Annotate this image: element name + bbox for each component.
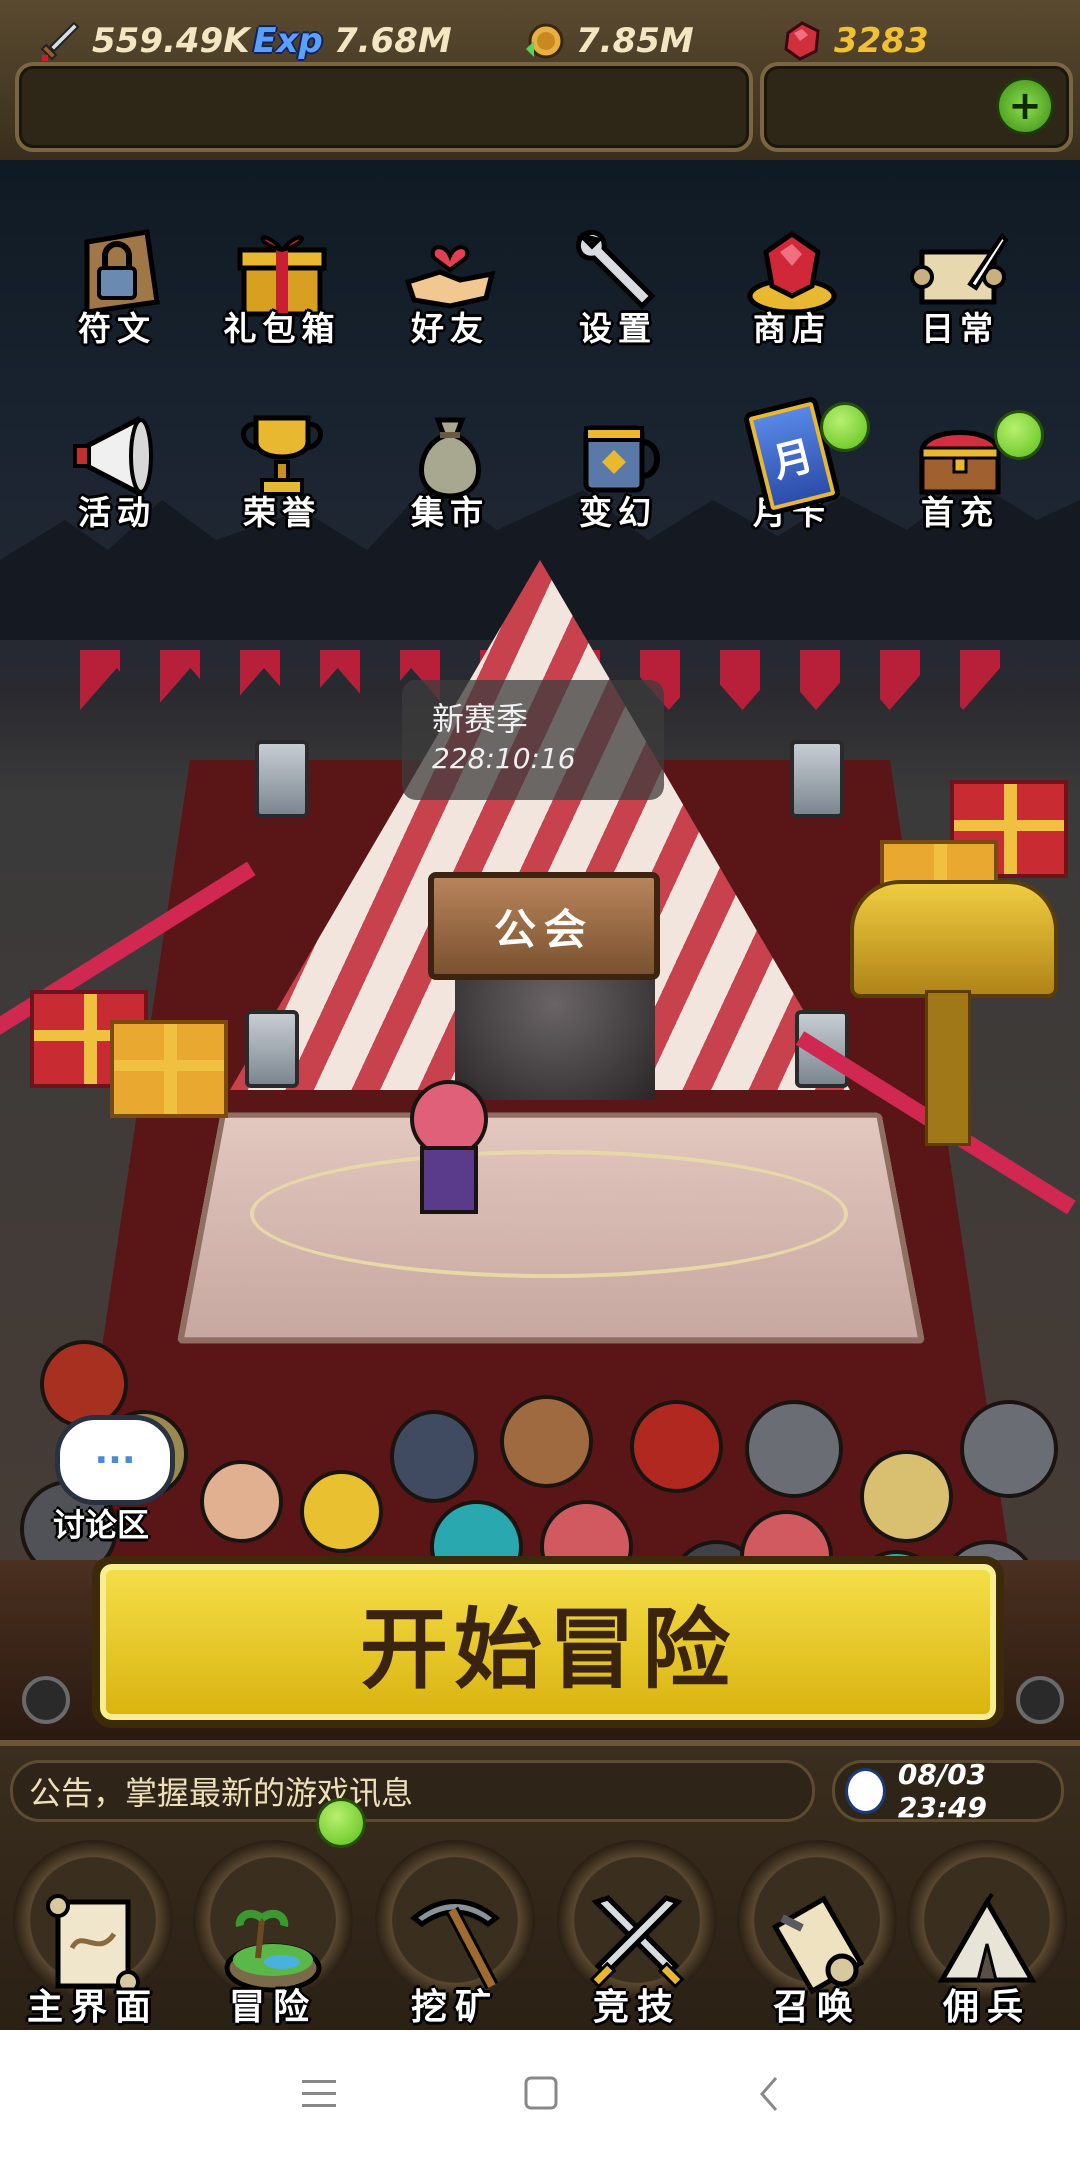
nav-summon-label: 召唤 — [772, 1987, 861, 2028]
discussion-label: 讨论区 — [53, 1506, 150, 1544]
mailbox[interactable] — [850, 880, 1058, 998]
mailbox-post — [925, 990, 971, 1146]
home-icon[interactable] — [524, 2076, 558, 2114]
friends-label: 好友 — [411, 309, 489, 348]
gold-coin-icon — [522, 19, 566, 63]
hero-character[interactable] — [400, 1080, 490, 1214]
nav-main[interactable]: 主界面 — [8, 1830, 178, 2030]
nav-arena-label: 竞技 — [592, 1987, 681, 2028]
runes-button[interactable]: 符文 — [47, 210, 187, 350]
market-label: 集市 — [411, 493, 489, 532]
notification-badge — [820, 402, 870, 452]
settings-button[interactable]: 设置 — [548, 210, 688, 350]
attack-stat: 559.49K — [38, 0, 250, 82]
first-recharge-label: 首充 — [921, 493, 999, 532]
chat-bubble-icon: ··· — [55, 1415, 175, 1505]
spotlight-lamp — [255, 740, 309, 818]
menu-icon[interactable] — [302, 2078, 336, 2114]
nav-main-label: 主界面 — [26, 1987, 159, 2028]
frame-bolt — [22, 1676, 70, 1724]
sword-icon — [38, 19, 82, 63]
gift-box-label: 礼包箱 — [223, 309, 341, 348]
nav-adventure-label: 冒险 — [228, 1987, 317, 2028]
stage-ring — [250, 1150, 848, 1278]
nav-mercenary-label: 佣兵 — [942, 1987, 1031, 2028]
start-adventure-label: 开始冒险 — [359, 1597, 736, 1701]
daily-label: 日常 — [921, 309, 999, 348]
runes-label: 符文 — [78, 309, 156, 348]
transform-button[interactable]: 变幻 — [548, 394, 688, 534]
spotlight-lamp — [790, 740, 844, 818]
attack-value: 559.49K — [92, 21, 250, 61]
daily-button[interactable]: 日常 — [890, 210, 1030, 350]
nav-mining[interactable]: 挖矿 — [370, 1830, 540, 2030]
add-gems-button[interactable]: + — [996, 77, 1054, 135]
clock-text: 08/03 23:49 — [897, 1758, 988, 1824]
ruby-icon — [780, 19, 824, 63]
nav-summon[interactable]: 召唤 — [732, 1830, 902, 2030]
spotlight-lamp — [245, 1010, 299, 1088]
notification-badge — [994, 410, 1044, 460]
exp-icon: Exp — [253, 21, 323, 61]
nav-mining-label: 挖矿 — [410, 1987, 499, 2028]
gold-value: 7.85M — [576, 21, 694, 61]
season-countdown: 228:10:16 — [432, 742, 576, 775]
discussion-button[interactable]: ··· 讨论区 — [53, 1415, 185, 1544]
gold-stat: 7.85M — [522, 0, 694, 82]
transform-label: 变幻 — [579, 493, 657, 532]
system-nav-bar — [0, 2030, 1080, 2160]
gift-pile[interactable] — [110, 1020, 228, 1118]
shop-button[interactable]: 商店 — [722, 210, 862, 350]
honor-button[interactable]: 荣誉 — [212, 394, 352, 534]
start-adventure-button[interactable]: 开始冒险 — [92, 1556, 1004, 1728]
gem-value: 3283 — [834, 21, 929, 61]
friends-button[interactable]: 好友 — [380, 210, 520, 350]
events-button[interactable]: 活动 — [47, 394, 187, 534]
clock-display: 08/03 23:49 — [832, 1758, 1064, 1824]
nav-adventure[interactable]: 冒险 — [188, 1830, 358, 2030]
clock-icon — [845, 1768, 886, 1814]
season-timer[interactable]: 新赛季 228:10:16 — [402, 680, 664, 800]
frame-bolt — [1016, 1676, 1064, 1724]
market-button[interactable]: 集市 — [380, 394, 520, 534]
nav-mercenary[interactable]: 佣兵 — [902, 1830, 1072, 2030]
honor-label: 荣誉 — [243, 493, 321, 532]
events-label: 活动 — [78, 493, 156, 532]
gem-stat: 3283 — [780, 0, 929, 82]
shop-label: 商店 — [753, 309, 831, 348]
notification-badge — [316, 1798, 366, 1848]
nav-arena[interactable]: 竞技 — [552, 1830, 722, 2030]
gift-box-button[interactable]: 礼包箱 — [212, 210, 352, 350]
back-icon[interactable] — [758, 2076, 780, 2116]
exp-value: 7.68M — [334, 21, 452, 61]
guild-sign[interactable]: 公会 — [428, 872, 660, 980]
exp-stat: Exp 7.68M — [252, 0, 452, 82]
announcement-ticker[interactable]: 公告，掌握最新的游戏讯息 — [10, 1760, 815, 1822]
season-title: 新赛季 — [432, 700, 529, 738]
settings-label: 设置 — [579, 309, 657, 348]
